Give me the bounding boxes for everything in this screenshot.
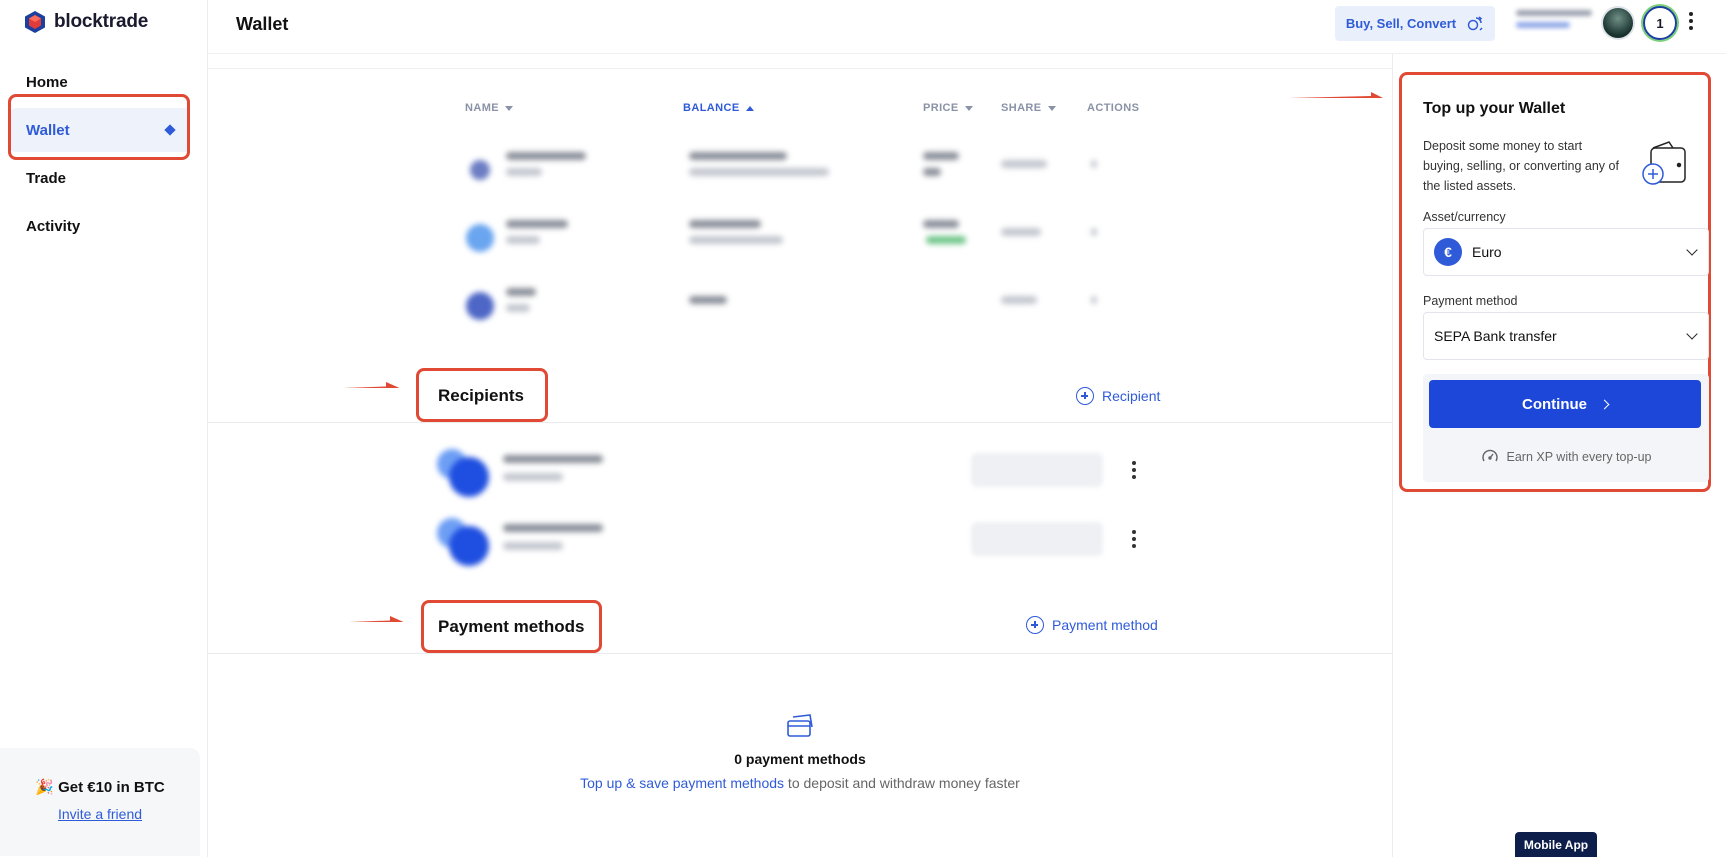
- recipient-avatar: [437, 449, 489, 497]
- sidebar: blocktrade Home Wallet Trade Activity 🎉 …: [0, 0, 208, 857]
- wallet-plus-icon: [1642, 141, 1686, 185]
- user-name-blurred: [1516, 10, 1596, 36]
- payment-method-label: Payment method: [1423, 294, 1518, 308]
- page-title: Wallet: [236, 14, 289, 34]
- send-button-blurred[interactable]: [971, 522, 1103, 556]
- annotation-highlight-recipients: [416, 368, 548, 422]
- table-row[interactable]: [466, 144, 1146, 196]
- add-payment-method-label: Payment method: [1052, 617, 1158, 633]
- sort-down-icon: [1047, 105, 1056, 111]
- right-panel: Top up your Wallet Deposit some money to…: [1392, 54, 1726, 857]
- sidebar-item-label: Trade: [26, 169, 67, 187]
- add-payment-method-link[interactable]: Payment method: [1026, 616, 1158, 634]
- level-badge[interactable]: 1: [1643, 6, 1677, 40]
- annotation-arrow-icon: [348, 616, 404, 622]
- sidebar-item-label: Home: [26, 73, 68, 91]
- promo-title: 🎉 Get €10 in BTC: [35, 779, 165, 796]
- blocktrade-logo-icon: [25, 11, 45, 33]
- chevron-down-icon: [1686, 244, 1698, 256]
- topup-card: Top up your Wallet Deposit some money to…: [1399, 72, 1711, 492]
- column-label: BALANCE: [683, 102, 740, 114]
- app-root: blocktrade Home Wallet Trade Activity 🎉 …: [0, 0, 1726, 857]
- recipient-avatar: [437, 518, 489, 566]
- row-kebab-icon[interactable]: [1132, 461, 1136, 479]
- sidebar-item-label: Activity: [26, 217, 81, 235]
- avatar[interactable]: [1601, 6, 1635, 40]
- topup-title: Top up your Wallet: [1423, 100, 1566, 117]
- annotation-highlight-wallet: [8, 94, 190, 160]
- annotation-arrow-icon: [343, 382, 400, 388]
- asset-currency-select[interactable]: € Euro: [1423, 228, 1709, 276]
- buy-sell-convert-button[interactable]: Buy, Sell, Convert: [1335, 6, 1495, 41]
- top-divider: [208, 68, 1392, 69]
- continue-label: Continue: [1522, 395, 1587, 413]
- empty-description-rest: to deposit and withdraw money faster: [784, 775, 1020, 791]
- continue-button[interactable]: Continue: [1429, 380, 1701, 428]
- xp-note: Earn XP with every top-up: [1423, 448, 1709, 466]
- recipients-divider: [208, 422, 1392, 423]
- euro-icon: €: [1434, 238, 1462, 266]
- xp-note-label: Earn XP with every top-up: [1506, 450, 1652, 464]
- add-recipient-label: Recipient: [1102, 388, 1161, 404]
- referral-promo: 🎉 Get €10 in BTC Invite a friend: [0, 748, 200, 856]
- exchange-icon: [1467, 15, 1483, 31]
- payment-method-value: SEPA Bank transfer: [1434, 328, 1557, 344]
- row-kebab-icon[interactable]: [1132, 530, 1136, 548]
- annotation-arrow-icon: [1288, 92, 1383, 98]
- asset-icon: [466, 292, 494, 320]
- column-header-balance[interactable]: BALANCE: [683, 102, 754, 114]
- column-header-actions: ACTIONS: [1087, 102, 1139, 114]
- asset-currency-value: Euro: [1472, 244, 1502, 260]
- empty-description: Top up & save payment methods to deposit…: [208, 775, 1392, 791]
- continue-wrapper: Continue Earn XP with every top-up: [1423, 374, 1709, 482]
- send-button-blurred[interactable]: [971, 453, 1103, 487]
- empty-payment-methods: 0 payment methods Top up & save payment …: [208, 712, 1392, 791]
- payment-methods-divider: [208, 653, 1392, 654]
- column-header-name[interactable]: NAME: [465, 102, 513, 114]
- column-label: SHARE: [1001, 102, 1042, 114]
- buy-sell-convert-label: Buy, Sell, Convert: [1345, 16, 1457, 31]
- sidebar-item-trade[interactable]: Trade: [10, 156, 190, 200]
- topup-description: Deposit some money to start buying, sell…: [1423, 139, 1619, 193]
- asset-currency-label: Asset/currency: [1423, 210, 1506, 224]
- asset-icon: [466, 224, 494, 252]
- empty-title: 0 payment methods: [734, 751, 866, 767]
- asset-icon: [470, 160, 490, 180]
- chevron-down-icon: [1686, 328, 1698, 340]
- gauge-icon: [1481, 449, 1498, 462]
- invite-friend-link[interactable]: Invite a friend: [58, 806, 142, 822]
- annotation-highlight-payment-methods: [421, 600, 602, 653]
- sort-down-icon: [505, 105, 513, 111]
- payment-method-select[interactable]: SEPA Bank transfer: [1423, 312, 1709, 360]
- recipient-row[interactable]: [437, 512, 1137, 568]
- main-content: NAME BALANCE PRICE SHARE ACTIONS Recipie…: [208, 54, 1392, 857]
- table-row[interactable]: [466, 212, 1146, 264]
- column-label: ACTIONS: [1087, 102, 1140, 114]
- sort-down-icon: [964, 105, 973, 111]
- card-icon: [787, 714, 813, 737]
- kebab-icon[interactable]: [1689, 12, 1695, 30]
- column-label: PRICE: [923, 102, 959, 114]
- top-header: Wallet Buy, Sell, Convert 1: [208, 0, 1726, 54]
- column-header-share[interactable]: SHARE: [1001, 102, 1056, 114]
- column-header-price[interactable]: PRICE: [923, 102, 973, 114]
- brand-logo[interactable]: blocktrade: [24, 10, 148, 34]
- plus-circle-icon: [1026, 616, 1044, 634]
- add-recipient-link[interactable]: Recipient: [1076, 387, 1160, 405]
- recipient-row[interactable]: [437, 443, 1137, 499]
- sort-up-icon: [745, 105, 754, 111]
- chevron-right-icon: [1599, 399, 1610, 409]
- top-up-save-link[interactable]: Top up & save payment methods: [580, 775, 784, 791]
- column-label: NAME: [465, 102, 499, 114]
- table-row[interactable]: [466, 280, 1146, 332]
- mobile-app-button[interactable]: Mobile App: [1515, 832, 1597, 857]
- plus-circle-icon: [1076, 387, 1094, 405]
- brand-name: blocktrade: [54, 11, 149, 32]
- sidebar-item-activity[interactable]: Activity: [10, 204, 190, 248]
